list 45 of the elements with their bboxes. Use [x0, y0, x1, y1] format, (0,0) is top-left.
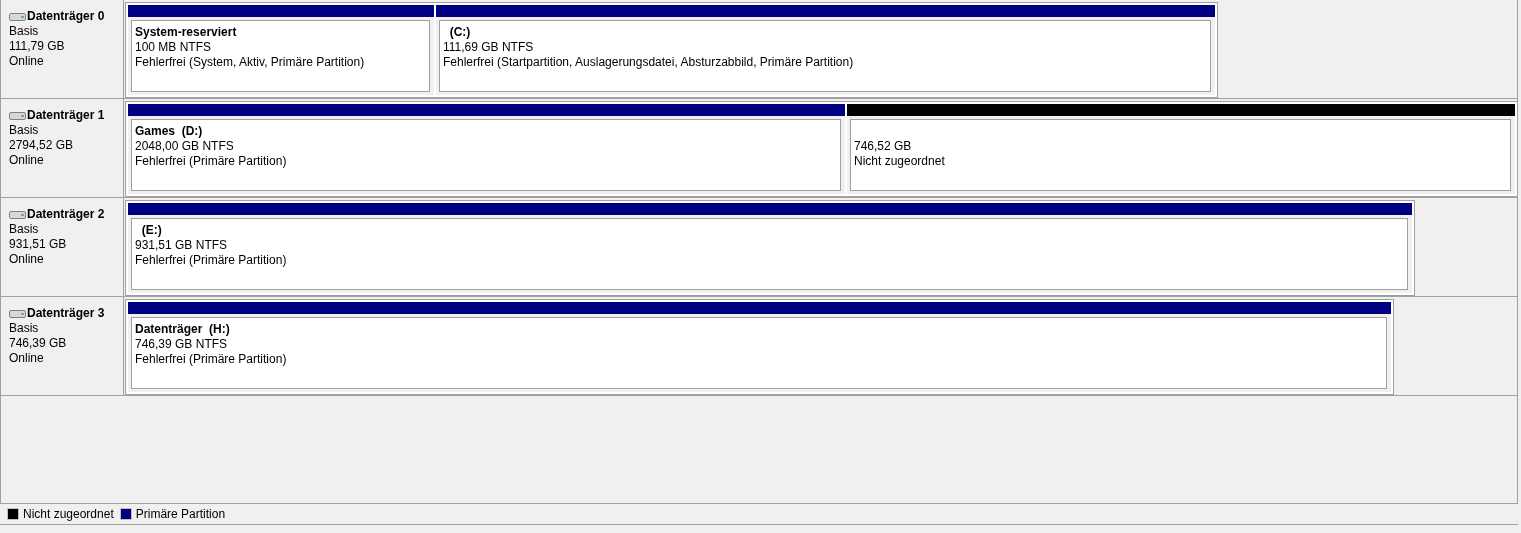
- disk-type: Basis: [9, 321, 40, 336]
- legend-label: Nicht zugeordnet: [23, 506, 114, 523]
- disk-name: Datenträger 1: [27, 108, 105, 123]
- disk-type: Basis: [9, 123, 40, 138]
- partition-size: 111,69 GB NTFS: [443, 40, 535, 55]
- partition-panel[interactable]: System-reserviert 100 MB NTFS Fehlerfrei (System, Aktiv, Primäre Partition): [128, 5, 434, 95]
- partition-status: Fehlerfrei (Primäre Partition): [135, 352, 288, 367]
- partition-status: Fehlerfrei (Primäre Partition): [135, 154, 288, 169]
- partition-panel[interactable]: (E:) 931,51 GB NTFS Fehlerfrei (Primäre Partition): [128, 203, 1412, 293]
- disk-name: Datenträger 0: [27, 9, 105, 24]
- partition-title: System-reserviert: [135, 25, 238, 40]
- disk-status: Online: [9, 54, 45, 69]
- partition-panel[interactable]: (C:) 111,69 GB NTFS Fehlerfrei (Startpartition, Auslagerungsdatei, Absturzabbild, Primäre Partition): [436, 5, 1215, 95]
- disk-name: Datenträger 2: [27, 207, 105, 222]
- disk-size: 2794,52 GB: [9, 138, 75, 153]
- partition-panel[interactable]: Games (D:) 2048,00 GB NTFS Fehlerfrei (Primäre Partition): [128, 104, 845, 194]
- partition-title: Games (D:): [135, 124, 204, 139]
- partition-status: Fehlerfrei (Startpartition, Auslagerungsdatei, Absturzabbild, Primäre Partition): [443, 55, 855, 70]
- legend-label: Primäre Partition: [135, 506, 226, 523]
- drive-icon: [9, 111, 26, 120]
- partition-panel[interactable]: Datenträger (H:) 746,39 GB NTFS Fehlerfrei (Primäre Partition): [128, 302, 1391, 392]
- disk-status: Online: [9, 153, 45, 168]
- disk-name: Datenträger 3: [27, 306, 105, 321]
- partition-panel[interactable]: 746,52 GB Nicht zugeordnet: [847, 104, 1515, 194]
- drive-icon: [9, 12, 26, 21]
- drive-icon: [9, 309, 26, 318]
- partition-title: Datenträger (H:): [135, 322, 231, 337]
- partition-size: 100 MB NTFS: [135, 40, 213, 55]
- disk-type: Basis: [9, 24, 40, 39]
- disk-size: 931,51 GB: [9, 237, 68, 252]
- partition-title: (E:): [140, 223, 163, 238]
- disk-size: 746,39 GB: [9, 336, 68, 351]
- partition-status: Fehlerfrei (System, Aktiv, Primäre Partition): [135, 55, 366, 70]
- partition-size: 2048,00 GB NTFS: [135, 139, 235, 154]
- disk-type: Basis: [9, 222, 40, 237]
- partition-status: Nicht zugeordnet: [854, 154, 946, 169]
- drive-icon: [9, 210, 26, 219]
- disk-size: 111,79 GB: [9, 39, 66, 54]
- partition-size: 746,39 GB NTFS: [135, 337, 229, 352]
- partition-title: (C:): [448, 25, 472, 40]
- partition-size: 746,52 GB: [854, 139, 913, 154]
- disk-status: Online: [9, 351, 45, 366]
- partition-size: 931,51 GB NTFS: [135, 238, 229, 253]
- disk-status: Online: [9, 252, 45, 267]
- partition-status: Fehlerfrei (Primäre Partition): [135, 253, 288, 268]
